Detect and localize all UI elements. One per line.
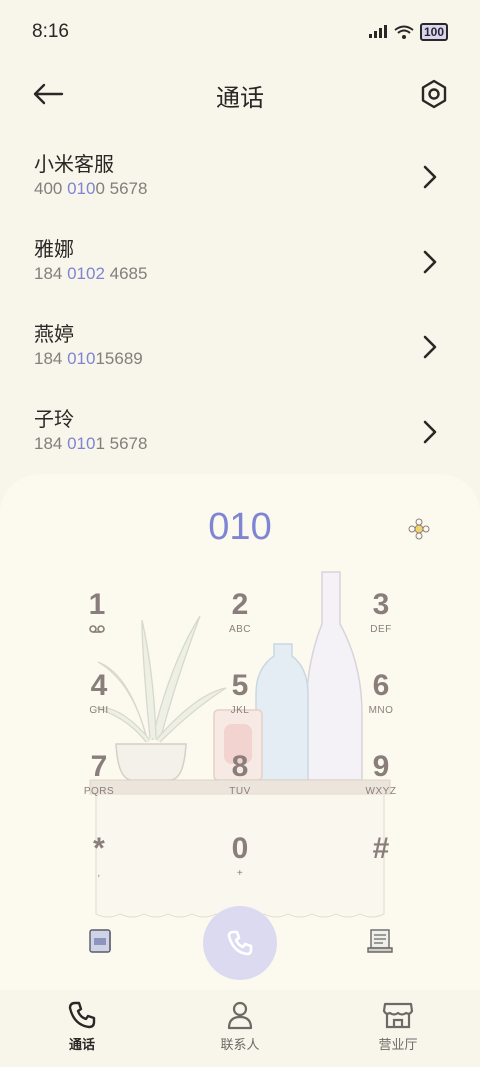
- header: 通话: [0, 64, 480, 124]
- nav-label: 联系人: [220, 1038, 260, 1053]
- key-digit: 7: [90, 750, 108, 783]
- status-bar: 8:16 100: [0, 0, 480, 64]
- nav-label: 通话: [68, 1038, 95, 1053]
- list-item[interactable]: 子玲 184 0101 5678: [0, 388, 480, 473]
- key-4[interactable]: 4 GHI: [44, 669, 154, 741]
- key-7[interactable]: 7 PQRS: [44, 750, 154, 822]
- list-item[interactable]: 燕婷 184 01015689: [0, 303, 480, 388]
- contact-number: 184 01015689: [34, 349, 143, 368]
- key-digit: 3: [372, 588, 390, 621]
- voicemail-icon: [89, 625, 105, 633]
- key-letters: ,: [97, 868, 101, 879]
- dialer-panel: 010 1 2 ABC 3 DEF 4 GHI 5 JKL 6 MNO 7 PQ…: [0, 474, 480, 990]
- key-2[interactable]: 2 ABC: [185, 588, 295, 660]
- contact-name: 雅娜: [34, 237, 74, 261]
- key-digit: 2: [231, 588, 249, 621]
- key-0[interactable]: 0 +: [185, 832, 295, 904]
- contact-name: 燕婷: [34, 322, 74, 346]
- page-title: 通话: [216, 84, 264, 112]
- contact-name: 子玲: [34, 407, 74, 431]
- key-5[interactable]: 5 JKL: [185, 669, 295, 741]
- chevron-right-icon: [423, 165, 437, 189]
- key-3[interactable]: 3 DEF: [326, 588, 436, 660]
- settings-icon: [421, 79, 447, 109]
- phone-icon: [227, 930, 253, 956]
- key-letters: DEF: [370, 624, 392, 635]
- key-1[interactable]: 1: [42, 588, 152, 660]
- key-letters: TUV: [229, 786, 251, 797]
- key-digit: 8: [231, 750, 249, 783]
- key-letters: GHI: [89, 705, 109, 716]
- key-hash[interactable]: #: [326, 832, 436, 904]
- status-icons: 100: [368, 23, 448, 41]
- nav-contacts[interactable]: 联系人: [180, 1000, 300, 1053]
- key-8[interactable]: 8 TUV: [185, 750, 295, 822]
- key-letters: ABC: [228, 624, 252, 635]
- contact-number: 184 0101 5678: [34, 434, 148, 453]
- person-icon: [227, 1001, 253, 1030]
- key-digit: 9: [372, 750, 390, 783]
- phone-icon: [68, 1001, 96, 1029]
- status-time: 8:16: [32, 21, 69, 42]
- key-letters: WXYZ: [365, 786, 397, 797]
- key-letters: +: [236, 868, 244, 879]
- back-arrow-icon: [33, 83, 64, 105]
- battery-indicator: 100: [419, 23, 448, 41]
- chevron-right-icon: [423, 420, 437, 444]
- contact-number: 184 0102 4685: [34, 264, 148, 283]
- contact-list: 小米客服 400 0100 5678 雅娜 184 0102 4685 燕婷 1…: [0, 133, 480, 473]
- key-9[interactable]: 9 WXYZ: [326, 750, 436, 822]
- key-digit: #: [372, 832, 390, 865]
- contact-number: 400 0100 5678: [34, 179, 148, 198]
- card-icon[interactable]: [86, 926, 116, 956]
- back-button[interactable]: [28, 78, 68, 110]
- key-digit: 5: [231, 669, 249, 702]
- nav-label: 营业厅: [378, 1038, 418, 1053]
- key-digit: 1: [88, 588, 106, 621]
- contact-name: 小米客服: [34, 152, 114, 176]
- scroll-icon[interactable]: [365, 926, 395, 956]
- chevron-right-icon: [423, 335, 437, 359]
- bottom-nav: 通话 联系人 营业厅: [0, 990, 480, 1067]
- list-item[interactable]: 小米客服 400 0100 5678: [0, 133, 480, 218]
- signal-icon: [368, 25, 387, 38]
- key-digit: 4: [90, 669, 108, 702]
- key-6[interactable]: 6 MNO: [326, 669, 436, 741]
- settings-button[interactable]: [416, 76, 452, 112]
- flower-icon[interactable]: [408, 518, 430, 540]
- nav-store[interactable]: 营业厅: [338, 1000, 458, 1053]
- key-digit: 6: [372, 669, 390, 702]
- key-star[interactable]: * ,: [44, 832, 154, 904]
- wifi-icon: [394, 25, 414, 39]
- nav-calls[interactable]: 通话: [22, 1000, 142, 1053]
- key-letters: PQRS: [83, 786, 115, 797]
- list-item[interactable]: 雅娜 184 0102 4685: [0, 218, 480, 303]
- call-button[interactable]: [203, 906, 277, 980]
- key-letters: MNO: [368, 705, 394, 716]
- key-digit: 0: [231, 832, 249, 865]
- store-icon: [382, 1002, 414, 1029]
- key-digit: *: [93, 832, 105, 865]
- chevron-right-icon: [423, 250, 437, 274]
- key-letters: JKL: [230, 705, 250, 716]
